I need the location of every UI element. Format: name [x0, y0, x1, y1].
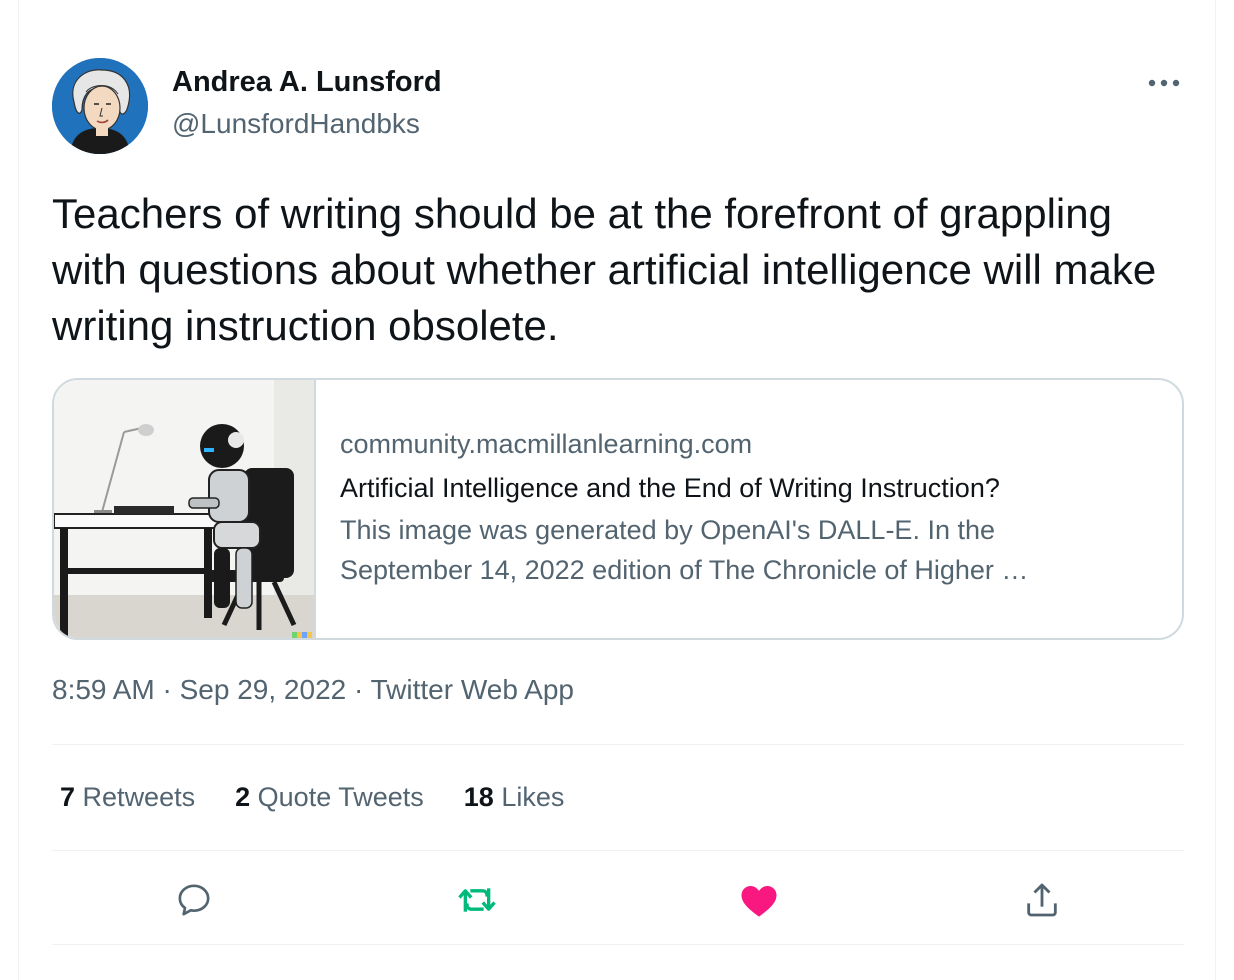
card-thumbnail — [54, 380, 316, 638]
author-name[interactable]: Andrea A. Lunsford — [172, 66, 442, 99]
card-title: Artificial Intelligence and the End of W… — [340, 473, 1000, 503]
likes-count: 18 — [463, 782, 494, 812]
like-icon — [741, 886, 777, 917]
tweet-time-link[interactable]: 8:59 AM — [52, 674, 155, 705]
reply-icon — [178, 884, 210, 916]
like-button[interactable] — [731, 872, 787, 928]
card-body: community.macmillanlearning.com Artifici… — [340, 426, 1150, 590]
tweet-meta: 8:59 AM · Sep 29, 2022 · Twitter Web App — [52, 674, 574, 706]
retweets-label: Retweets — [82, 782, 196, 812]
card-domain: community.macmillanlearning.com — [340, 429, 753, 459]
card-description: This image was generated by OpenAI's DAL… — [340, 515, 1029, 585]
meta-separator: · — [154, 674, 180, 705]
likes-stat[interactable]: 18 Likes — [464, 782, 565, 813]
share-icon — [1027, 883, 1057, 917]
quote-tweets-count: 2 — [235, 782, 251, 812]
retweet-icon — [458, 888, 496, 912]
reply-button[interactable] — [166, 872, 222, 928]
tweet-date-link[interactable]: Sep 29, 2022 — [180, 674, 347, 705]
tweet-text: Teachers of writing should be at the for… — [52, 190, 1157, 349]
share-button[interactable] — [1014, 872, 1070, 928]
author-handle[interactable]: @LunsfordHandbks — [172, 108, 420, 140]
divider — [52, 944, 1184, 945]
avatar[interactable] — [52, 58, 148, 154]
retweet-button[interactable] — [449, 872, 505, 928]
divider — [52, 744, 1184, 745]
link-preview-card[interactable]: community.macmillanlearning.com Artifici… — [52, 378, 1184, 640]
divider — [52, 850, 1184, 851]
tweet-stats: 7 Retweets 2 Quote Tweets 18 Likes — [60, 782, 564, 813]
avatar-illustration — [52, 58, 148, 154]
more-options-button[interactable] — [1142, 68, 1186, 98]
retweets-stat[interactable]: 7 Retweets — [60, 782, 195, 813]
quote-tweets-label: Quote Tweets — [257, 782, 424, 812]
robot-at-desk-image — [54, 380, 314, 638]
tweet-source-link[interactable]: Twitter Web App — [371, 674, 574, 705]
more-icon — [1148, 79, 1180, 87]
likes-label: Likes — [501, 782, 565, 812]
retweets-count: 7 — [60, 782, 76, 812]
meta-separator: · — [346, 674, 371, 705]
quote-tweets-stat[interactable]: 2 Quote Tweets — [235, 782, 424, 813]
